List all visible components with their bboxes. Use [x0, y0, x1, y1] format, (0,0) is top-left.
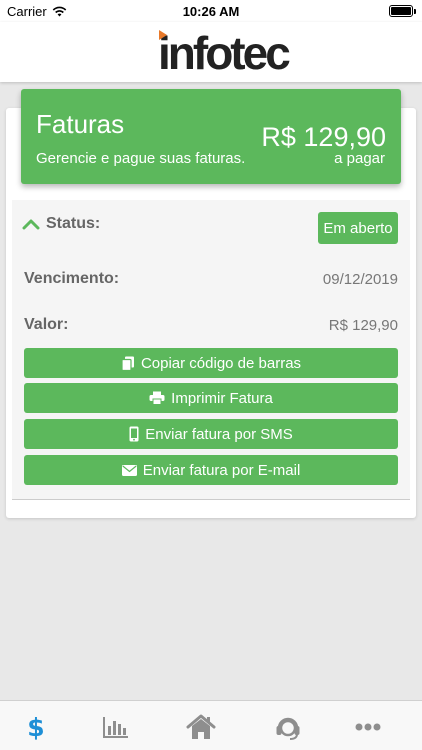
tab-reports[interactable]: [101, 713, 131, 741]
support-headset-icon: [276, 717, 300, 740]
page-title: Faturas: [36, 109, 125, 139]
home-icon: [186, 714, 216, 739]
value-label: Valor:: [24, 316, 69, 333]
status-bar: Carrier 10:26 AM: [0, 0, 422, 22]
tab-more[interactable]: [353, 713, 383, 741]
send-sms-button[interactable]: Enviar fatura por SMS: [24, 419, 398, 449]
app-header: infotec: [0, 22, 422, 82]
invoice-banner: Faturas Gerencie e pague suas faturas. R…: [21, 89, 401, 184]
amount-due: R$ 129,90: [261, 122, 386, 152]
chevron-up-icon: [22, 219, 40, 230]
battery-icon: [389, 5, 416, 17]
send-email-label: Enviar fatura por E-mail: [142, 461, 301, 479]
logo-accent-triangle: [159, 30, 167, 40]
logo-text: infotec: [158, 27, 291, 79]
printer-icon: [149, 391, 165, 405]
print-invoice-button[interactable]: Imprimir Fatura: [24, 383, 398, 413]
copy-barcode-button[interactable]: Copiar código de barras: [24, 348, 398, 378]
tab-home[interactable]: [186, 713, 216, 741]
status-badge: Em aberto: [318, 212, 398, 244]
more-icon: [355, 723, 381, 731]
page-subtitle: Gerencie e pague suas faturas.: [36, 150, 246, 167]
tab-invoices[interactable]: $: [21, 713, 51, 741]
send-email-button[interactable]: Enviar fatura por E-mail: [24, 455, 398, 485]
tab-support[interactable]: [273, 713, 303, 741]
copy-icon: [121, 356, 134, 371]
tab-bar: $: [0, 700, 422, 750]
print-invoice-label: Imprimir Fatura: [171, 389, 273, 407]
send-sms-label: Enviar fatura por SMS: [145, 425, 293, 443]
status-toggle[interactable]: Status:: [22, 215, 100, 233]
amount-caption: a pagar: [334, 150, 385, 167]
mobile-icon: [129, 426, 139, 442]
clock: 10:26 AM: [182, 4, 240, 19]
svg-text:$: $: [27, 713, 44, 741]
dollar-icon: $: [27, 713, 44, 741]
value-amount: R$ 129,90: [328, 317, 398, 334]
copy-barcode-label: Copiar código de barras: [140, 354, 302, 372]
due-date-label: Vencimento:: [24, 270, 120, 287]
status-label: Status:: [46, 215, 101, 232]
due-date-value: 09/12/2019: [322, 271, 398, 288]
infotec-logo: infotec: [158, 28, 291, 78]
envelope-icon: [121, 464, 137, 476]
bar-chart-icon: [103, 717, 128, 738]
